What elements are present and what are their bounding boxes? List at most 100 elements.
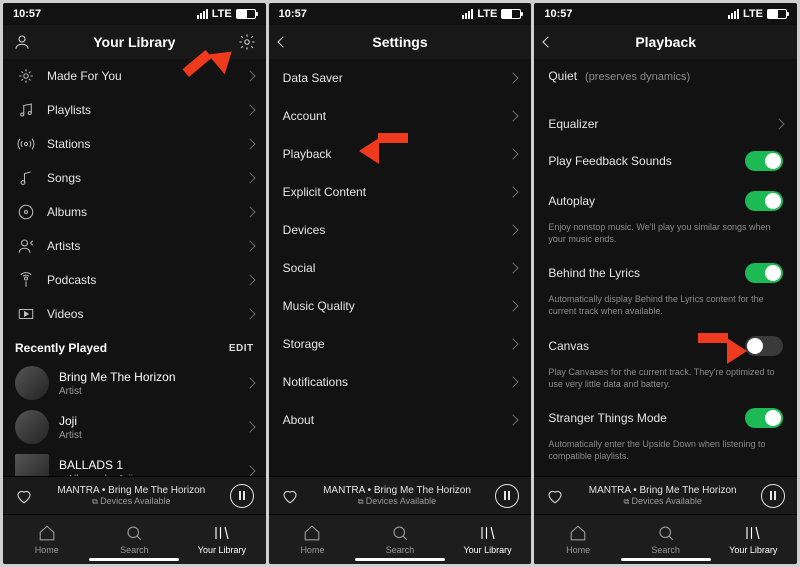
playback-desc: Automatically enter the Upside Down when… [534, 438, 797, 470]
library-title: Your Library [93, 34, 175, 50]
pause-button[interactable] [761, 484, 785, 508]
recent-item[interactable]: Bring Me The Horizon Artist [3, 361, 266, 405]
tab-home[interactable]: Home [3, 515, 91, 564]
quiet-row[interactable]: Quiet(preserves dynamics) [534, 59, 797, 93]
pause-button[interactable] [495, 484, 519, 508]
artwork [15, 454, 49, 476]
playback-row-canvas: Canvas [534, 326, 797, 366]
toggle-autoplay[interactable] [745, 191, 783, 211]
library-item-label: Podcasts [47, 273, 246, 287]
chevron-right-icon [508, 148, 519, 159]
tab-search[interactable]: Search [622, 515, 710, 564]
status-time: 10:57 [279, 8, 307, 20]
settings-header: Settings [269, 25, 532, 59]
signal-icon [728, 9, 739, 19]
recent-item[interactable]: BALLADS 1 ● Album • by Joji [3, 449, 266, 476]
note-icon [17, 101, 35, 119]
search-icon [125, 524, 143, 542]
settings-item-account[interactable]: Account [269, 97, 532, 135]
now-playing-bar[interactable]: MANTRA • Bring Me The Horizon⧉ Devices A… [269, 476, 532, 514]
settings-item-social[interactable]: Social [269, 249, 532, 287]
chevron-right-icon [244, 308, 255, 319]
tab-your-library[interactable]: Your Library [178, 515, 266, 564]
toggle-canvas[interactable] [745, 336, 783, 356]
chevron-right-icon [508, 110, 519, 121]
search-icon [391, 524, 409, 542]
toggle-stranger-things-mode[interactable] [745, 408, 783, 428]
home-icon [569, 524, 587, 542]
chevron-right-icon [508, 186, 519, 197]
battery-icon [236, 9, 256, 19]
chevron-right-icon [508, 224, 519, 235]
playback-desc: Enjoy nonstop music. We'll play you simi… [534, 221, 797, 253]
library-item-videos[interactable]: Videos [3, 297, 266, 331]
settings-item-notifications[interactable]: Notifications [269, 363, 532, 401]
radio-icon [17, 135, 35, 153]
settings-item-devices[interactable]: Devices [269, 211, 532, 249]
library-item-label: Artists [47, 239, 246, 253]
settings-item-storage[interactable]: Storage [269, 325, 532, 363]
status-carrier: LTE [212, 8, 232, 20]
artist-icon [17, 237, 35, 255]
now-playing-bar[interactable]: MANTRA • Bring Me The Horizon⧉ Devices A… [534, 476, 797, 514]
chevron-right-icon [244, 104, 255, 115]
status-bar: 10:57 LTE [3, 3, 266, 25]
settings-item-music-quality[interactable]: Music Quality [269, 287, 532, 325]
signal-icon [197, 9, 208, 19]
battery-icon [501, 9, 521, 19]
now-playing-bar[interactable]: MANTRA • Bring Me The Horizon ⧉ Devices … [3, 476, 266, 514]
screen-playback: 10:57 LTE Playback Quiet(preserves dynam… [534, 3, 797, 564]
status-time: 10:57 [13, 8, 41, 20]
home-icon [303, 524, 321, 542]
settings-item-data-saver[interactable]: Data Saver [269, 59, 532, 97]
profile-button[interactable] [13, 25, 31, 59]
heart-icon[interactable] [15, 487, 33, 505]
chevron-right-icon [508, 262, 519, 273]
tab-search[interactable]: Search [356, 515, 444, 564]
library-item-label: Songs [47, 171, 246, 185]
chevron-right-icon [508, 300, 519, 311]
library-item-made-for-you[interactable]: Made For You [3, 59, 266, 93]
tab-home[interactable]: Home [534, 515, 622, 564]
status-time: 10:57 [544, 8, 572, 20]
home-icon [38, 524, 56, 542]
settings-item-about[interactable]: About [269, 401, 532, 439]
library-icon [479, 524, 497, 542]
library-item-albums[interactable]: Albums [3, 195, 266, 229]
library-item-label: Videos [47, 307, 246, 321]
tab-your-library[interactable]: Your Library [709, 515, 797, 564]
tab-home[interactable]: Home [269, 515, 357, 564]
heart-icon[interactable] [546, 487, 564, 505]
video-icon [17, 305, 35, 323]
playback-row-stranger-things-mode: Stranger Things Mode [534, 398, 797, 438]
back-button[interactable] [544, 25, 552, 59]
library-item-stations[interactable]: Stations [3, 127, 266, 161]
settings-item-playback[interactable]: Playback [269, 135, 532, 173]
playback-row-equalizer[interactable]: Equalizer [534, 107, 797, 141]
library-item-podcasts[interactable]: Podcasts [3, 263, 266, 297]
status-bar: 10:57 LTE [269, 3, 532, 25]
library-item-label: Stations [47, 137, 246, 151]
library-item-songs[interactable]: Songs [3, 161, 266, 195]
screen-library: 10:57 LTE Your Library Made For You Play… [3, 3, 266, 564]
library-item-artists[interactable]: Artists [3, 229, 266, 263]
library-header: Your Library [3, 25, 266, 59]
tab-bar: Home Search Your Library [269, 514, 532, 564]
back-button[interactable] [279, 25, 287, 59]
settings-button[interactable] [238, 25, 256, 59]
tab-your-library[interactable]: Your Library [444, 515, 532, 564]
settings-title: Settings [372, 34, 427, 50]
heart-icon[interactable] [281, 487, 299, 505]
library-item-playlists[interactable]: Playlists [3, 93, 266, 127]
recent-item[interactable]: Joji Artist [3, 405, 266, 449]
chevron-right-icon [244, 274, 255, 285]
toggle-behind-the-lyrics[interactable] [745, 263, 783, 283]
library-item-label: Made For You [47, 69, 246, 83]
tab-bar: Home Search Your Library [534, 514, 797, 564]
tab-search[interactable]: Search [91, 515, 179, 564]
pause-button[interactable] [230, 484, 254, 508]
settings-item-explicit-content[interactable]: Explicit Content [269, 173, 532, 211]
chevron-right-icon [508, 338, 519, 349]
edit-button[interactable]: EDIT [229, 343, 254, 354]
toggle-play-feedback-sounds[interactable] [745, 151, 783, 171]
